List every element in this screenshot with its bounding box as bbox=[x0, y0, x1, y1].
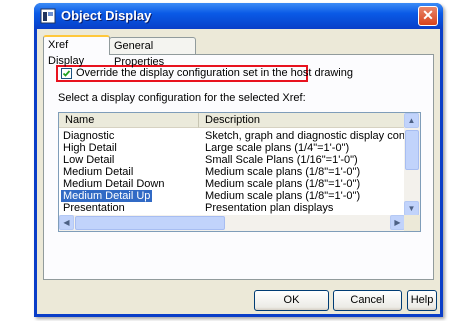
tab-xref-display[interactable]: Xref Display bbox=[43, 35, 110, 67]
tab-label: General Properties bbox=[114, 40, 165, 68]
row-name: Low Detail bbox=[63, 154, 115, 166]
row-name: Diagnostic bbox=[63, 130, 115, 142]
tab-panel: Override the display configuration set i… bbox=[43, 54, 434, 280]
tab-general-properties[interactable]: General Properties bbox=[109, 37, 196, 68]
override-highlight: Override the display configuration set i… bbox=[56, 65, 353, 82]
scroll-left-button[interactable]: ◀ bbox=[59, 215, 74, 230]
row-description: Small Scale Plans (1/16"=1'-0") bbox=[205, 154, 358, 166]
help-button-label: Help bbox=[410, 294, 434, 306]
dialog-title: Object Display bbox=[61, 8, 152, 23]
configuration-list[interactable]: Name Description Diagnostic Sketch, grap… bbox=[58, 112, 421, 232]
row-name: Medium Detail Down bbox=[63, 178, 165, 190]
row-description: Medium scale plans (1/8"=1'-0") bbox=[205, 178, 361, 190]
column-header-description[interactable]: Description bbox=[199, 113, 405, 128]
horizontal-scrollbar[interactable]: ◀ ▶ bbox=[59, 215, 405, 231]
checkmark-icon bbox=[62, 70, 71, 77]
list-item[interactable]: Medium Detail Medium scale plans (1/8"=1… bbox=[59, 166, 405, 178]
row-description: Medium scale plans (1/8"=1'-0") bbox=[205, 166, 361, 178]
row-description: Presentation plan displays bbox=[205, 202, 334, 214]
object-display-dialog: Object Display ✕ Xref Display General Pr… bbox=[34, 3, 443, 317]
scroll-right-button[interactable]: ▶ bbox=[390, 215, 405, 230]
tab-label: Xref Display bbox=[48, 39, 85, 67]
row-name: Medium Detail Up bbox=[61, 190, 153, 202]
row-name: Presentation bbox=[63, 202, 125, 214]
row-description: Sketch, graph and diagnostic display con… bbox=[205, 130, 421, 142]
vertical-scroll-thumb[interactable] bbox=[405, 130, 419, 170]
scroll-up-button[interactable]: ▲ bbox=[404, 113, 419, 128]
list-item[interactable]: Presentation Presentation plan displays bbox=[59, 202, 405, 214]
scroll-down-button[interactable]: ▼ bbox=[404, 201, 419, 216]
vertical-scrollbar[interactable]: ▲ ▼ bbox=[404, 113, 420, 216]
help-button[interactable]: Help bbox=[407, 290, 437, 311]
row-name: Medium Detail bbox=[63, 166, 134, 178]
arrow-down-icon: ▼ bbox=[407, 204, 416, 213]
ok-button[interactable]: OK bbox=[254, 290, 329, 311]
close-icon: ✕ bbox=[422, 7, 434, 23]
scrollbar-corner bbox=[404, 215, 420, 231]
app-icon bbox=[40, 8, 56, 24]
column-header-name[interactable]: Name bbox=[59, 113, 199, 128]
close-button[interactable]: ✕ bbox=[418, 6, 438, 26]
list-item-selected[interactable]: Medium Detail Up Medium scale plans (1/8… bbox=[59, 190, 405, 202]
row-description: Medium scale plans (1/8"=1'-0") bbox=[205, 190, 361, 202]
list-item[interactable]: High Detail Large scale plans (1/4"=1'-0… bbox=[59, 142, 405, 154]
dialog-client-area: Xref Display General Properties Override… bbox=[37, 29, 440, 314]
row-name: High Detail bbox=[63, 142, 117, 154]
cancel-button[interactable]: Cancel bbox=[333, 290, 402, 311]
list-item[interactable]: Diagnostic Sketch, graph and diagnostic … bbox=[59, 130, 420, 142]
override-checkbox[interactable] bbox=[61, 68, 72, 79]
arrow-left-icon: ◀ bbox=[63, 218, 70, 227]
select-configuration-label: Select a display configuration for the s… bbox=[58, 92, 306, 104]
title-bar[interactable]: Object Display ✕ bbox=[34, 3, 443, 29]
list-item[interactable]: Low Detail Small Scale Plans (1/16"=1'-0… bbox=[59, 154, 405, 166]
horizontal-scroll-thumb[interactable] bbox=[75, 216, 225, 230]
row-description: Large scale plans (1/4"=1'-0") bbox=[205, 142, 350, 154]
arrow-up-icon: ▲ bbox=[407, 116, 416, 125]
arrow-right-icon: ▶ bbox=[394, 218, 401, 227]
list-item[interactable]: Medium Detail Down Medium scale plans (1… bbox=[59, 178, 405, 190]
